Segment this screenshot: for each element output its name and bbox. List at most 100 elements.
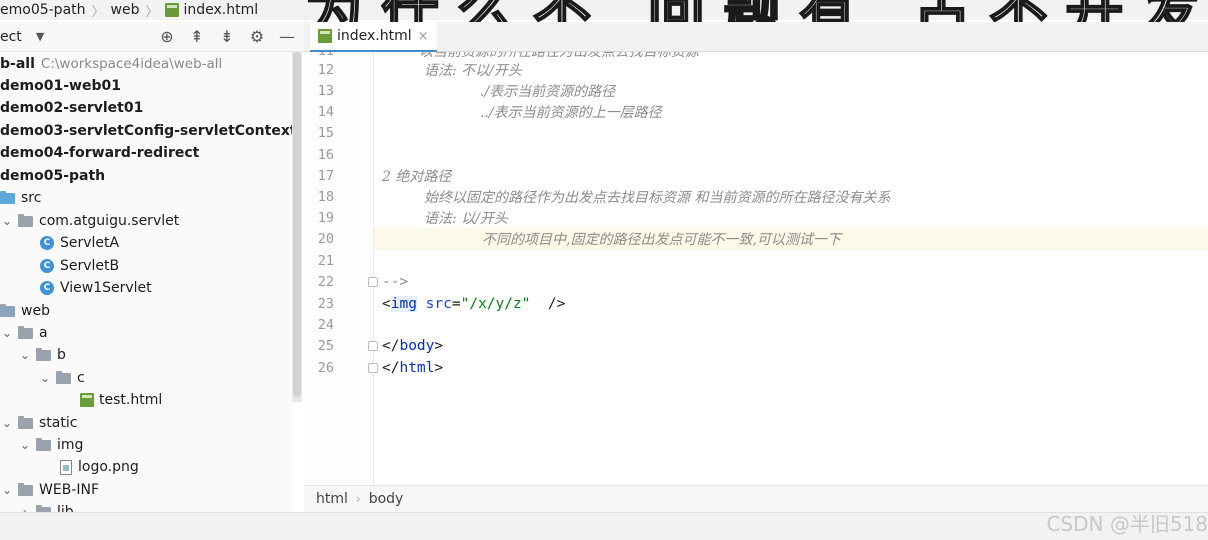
tree-item-label: logo.png bbox=[78, 459, 139, 475]
tree-item-lib[interactable]: › lib bbox=[18, 501, 74, 512]
tree-item-demo03[interactable]: demo03-servletConfig-servletContext bbox=[0, 120, 292, 142]
java-class-icon: C bbox=[40, 281, 54, 295]
web-folder-icon bbox=[0, 303, 15, 317]
fold-marker-icon[interactable] bbox=[368, 277, 378, 287]
java-class-icon: C bbox=[40, 236, 54, 250]
tree-item-a[interactable]: ⌄ a bbox=[0, 322, 48, 344]
chevron-down-icon[interactable]: ⌄ bbox=[0, 214, 14, 228]
tag-close-bracket: </ bbox=[382, 360, 400, 376]
source-folder-icon bbox=[0, 190, 15, 204]
tree-item-label: demo02-servlet01 bbox=[0, 100, 144, 116]
tree-scrollbar[interactable] bbox=[292, 52, 302, 402]
chevron-down-icon[interactable]: ⌄ bbox=[0, 416, 14, 430]
tree-item-static[interactable]: ⌄ static bbox=[0, 412, 77, 434]
breadcrumb-separator-icon: 〉 bbox=[145, 4, 159, 20]
tab-index-html[interactable]: index.html × bbox=[310, 22, 437, 52]
line-number: 19 bbox=[317, 210, 334, 226]
folder-icon bbox=[36, 437, 51, 451]
chevron-down-icon[interactable]: ⌄ bbox=[0, 483, 14, 497]
breadcrumb-html[interactable]: html bbox=[316, 491, 348, 507]
package-icon bbox=[18, 213, 33, 227]
fold-marker-icon[interactable] bbox=[368, 341, 378, 351]
chevron-down-icon[interactable]: ▼ bbox=[36, 30, 44, 43]
tree-item-demo04[interactable]: demo04-forward-redirect bbox=[0, 142, 199, 164]
tree-item-demo01[interactable]: demo01-web01 bbox=[0, 75, 121, 97]
breadcrumb-file-label: index.html bbox=[183, 2, 259, 18]
line-number: 18 bbox=[317, 189, 334, 205]
breadcrumb-web-label: web bbox=[110, 2, 140, 18]
tree-item-web-inf[interactable]: ⌄ WEB-INF bbox=[0, 479, 99, 501]
project-view-selector[interactable]: ect bbox=[0, 29, 22, 45]
code-line-18: 始终以固定的路径作为出发点去找目标资源 和当前资源的所在路径没有关系 bbox=[424, 190, 891, 206]
tree-item-label: b-all bbox=[0, 56, 35, 72]
tree-item-label: c bbox=[77, 370, 85, 386]
tree-item-b[interactable]: ⌄ b bbox=[18, 344, 66, 366]
tree-item-test-html[interactable]: test.html bbox=[80, 389, 162, 411]
folder-icon bbox=[18, 482, 33, 496]
breadcrumb-body[interactable]: body bbox=[369, 491, 404, 507]
folder-icon bbox=[56, 370, 71, 384]
tree-item-package[interactable]: ⌄ com.atguigu.servlet bbox=[0, 210, 179, 232]
folder-icon bbox=[18, 325, 33, 339]
watermark: CSDN @半旧518 bbox=[1046, 512, 1208, 536]
line-number: 11 bbox=[312, 52, 334, 59]
breadcrumb-item-project[interactable]: emo05-path 〉 bbox=[0, 1, 111, 20]
tree-item-label: ServletA bbox=[60, 235, 120, 251]
tree-item-label: demo03-servletConfig-servletContext bbox=[0, 123, 292, 139]
tree-item-label: demo04-forward-redirect bbox=[0, 145, 200, 161]
close-icon[interactable]: × bbox=[418, 29, 429, 44]
tree-item-label: demo01-web01 bbox=[0, 78, 121, 94]
code-editor[interactable]: 以当前资源的所在路径为出发点去找目标资源 语法: 不以/开头 ./表示当前资源的… bbox=[304, 52, 1208, 485]
breadcrumb-separator-icon: › bbox=[355, 492, 361, 506]
line-number: 17 bbox=[317, 168, 334, 184]
code-line-26: </html > bbox=[382, 357, 443, 379]
tree-item-c[interactable]: ⌄ c bbox=[38, 367, 85, 389]
tree-item-web[interactable]: web bbox=[0, 300, 50, 322]
tree-item-logo-png[interactable]: logo.png bbox=[60, 456, 139, 478]
code-line-22: --> bbox=[382, 274, 409, 290]
code-line-12: 语法: 不以/开头 bbox=[424, 63, 522, 79]
breadcrumb-item-web[interactable]: web 〉 bbox=[111, 1, 165, 20]
expand-all-icon[interactable]: ⇞ bbox=[188, 26, 206, 46]
chevron-down-icon[interactable]: ⌄ bbox=[38, 371, 52, 385]
tree-item-servletb[interactable]: C ServletB bbox=[40, 255, 119, 277]
code-line-20: 不同的项目中,固定的路径出发点可能不一致,可以测试一下 bbox=[482, 232, 841, 248]
breadcrumb-item-file[interactable]: index.html bbox=[164, 2, 259, 18]
line-number: 14 bbox=[317, 104, 334, 120]
tree-item-demo02[interactable]: demo02-servlet01 bbox=[0, 97, 143, 119]
html-file-icon bbox=[318, 29, 332, 43]
chevron-down-icon[interactable]: ⌄ bbox=[0, 326, 14, 340]
tree-item-label: com.atguigu.servlet bbox=[39, 213, 180, 229]
project-tree: b-all C:\workspace4idea\web-all demo01-we… bbox=[0, 52, 292, 512]
editor-tab-bar: index.html × bbox=[304, 22, 1208, 52]
tab-label: index.html bbox=[337, 28, 412, 44]
tree-item-servleta[interactable]: C ServletA bbox=[40, 232, 119, 254]
tree-item-view1servlet[interactable]: C View1Servlet bbox=[40, 277, 152, 299]
tree-item-demo05[interactable]: demo05-path bbox=[0, 165, 105, 187]
code-line-25: </body > bbox=[382, 335, 443, 357]
breadcrumb-separator-icon: 〉 bbox=[91, 4, 105, 20]
gear-icon[interactable]: ⚙ bbox=[248, 26, 266, 46]
tree-item-root[interactable]: b-all C:\workspace4idea\web-all bbox=[0, 53, 222, 75]
chevron-down-icon[interactable]: ⌄ bbox=[18, 438, 32, 452]
locate-icon[interactable]: ⊕ bbox=[158, 26, 176, 46]
breadcrumb-project-label: emo05-path bbox=[0, 2, 86, 18]
scrollbar-thumb[interactable] bbox=[293, 52, 301, 397]
tree-item-src[interactable]: src bbox=[0, 187, 41, 209]
collapse-all-icon[interactable]: ⇟ bbox=[218, 26, 236, 46]
image-file-icon bbox=[60, 459, 72, 475]
fold-marker-icon[interactable] bbox=[368, 363, 378, 373]
line-number: 20 bbox=[317, 231, 334, 247]
chevron-down-icon[interactable]: ⌄ bbox=[18, 348, 32, 362]
tree-item-label: web bbox=[21, 303, 50, 319]
tree-item-label: test.html bbox=[99, 392, 163, 408]
tree-item-label: WEB-INF bbox=[39, 482, 99, 498]
minimize-icon[interactable]: — bbox=[278, 26, 296, 46]
tree-item-label: lib bbox=[57, 504, 74, 512]
tree-item-label: View1Servlet bbox=[60, 280, 152, 296]
bottom-status-bar bbox=[0, 512, 1208, 540]
code-line-17: 2 绝对路径 bbox=[382, 169, 452, 185]
tree-item-img[interactable]: ⌄ img bbox=[18, 434, 83, 456]
line-number: 26 bbox=[317, 360, 334, 376]
chevron-right-icon[interactable]: › bbox=[18, 505, 32, 512]
